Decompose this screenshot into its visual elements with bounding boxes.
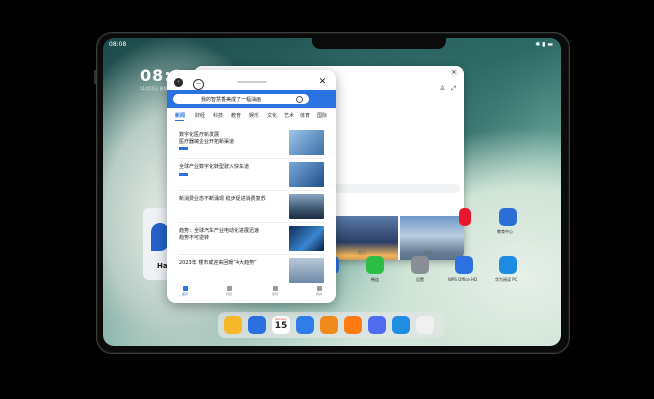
news-item[interactable]: 趋势：全球汽车产业电动化进展迅速 趋势不可逆转	[167, 223, 336, 257]
nav-video[interactable]: 视频	[219, 285, 239, 296]
tab-entertainment[interactable]: 娱乐	[249, 112, 259, 119]
news-tag	[179, 147, 188, 150]
nav-home-label: 首页	[181, 292, 188, 296]
discover-icon	[272, 286, 278, 291]
news-item[interactable]: 新消费业态不断涌现 稳步促进消费复苏	[167, 191, 336, 225]
nav-discover-label: 发现	[271, 292, 278, 296]
app-label-changlian: 畅连	[371, 277, 379, 282]
app-label-wps: WPS Office HD	[448, 277, 478, 282]
news-thumbnail	[289, 130, 324, 155]
news-title: 2023年 楼市或迎来回暖“4大趋势”	[179, 260, 257, 266]
dock: Monday 15	[218, 312, 444, 338]
menu-icon[interactable]: —	[193, 79, 204, 90]
tab-finance[interactable]: 财经	[195, 112, 205, 119]
app-label-settings: 设置	[416, 277, 424, 282]
power-button	[94, 70, 96, 84]
app-icon-wps[interactable]	[455, 256, 473, 274]
profile-icon	[316, 286, 322, 291]
active-tab-underline	[175, 120, 184, 121]
expand-icon[interactable]: ⤢	[451, 85, 456, 93]
tab-education[interactable]: 教育	[231, 112, 241, 119]
news-title: 趋势：全球汽车产业电动化进展迅速 趋势不可逆转	[179, 228, 260, 241]
tab-news[interactable]: 新闻	[175, 112, 185, 119]
app-label-reader: 华为阅读 PC	[495, 277, 518, 282]
notes-icon[interactable]	[224, 316, 242, 334]
mail-icon[interactable]	[296, 316, 314, 334]
nav-profile-label: 我的	[315, 292, 322, 296]
category-tabs: 新闻 财经 科技 教育 娱乐 文化 艺术 体育 国际	[173, 112, 333, 121]
gallery-icon[interactable]	[416, 316, 434, 334]
background-bottom-nav: 首页 我的	[336, 244, 464, 260]
nav-video-label: 视频	[225, 292, 232, 296]
home-icon	[182, 286, 188, 291]
close-icon[interactable]: ✕	[450, 69, 458, 77]
back-icon[interactable]: ‹	[174, 78, 183, 87]
news-thumbnail	[289, 162, 324, 187]
video-icon[interactable]	[344, 316, 362, 334]
tablet-screen: 08:08 ✱ ▮ ▬ 08:0 11月11日 星期二 Har ✕ ♙ ⤢ 首页…	[103, 38, 561, 346]
app-icon-settings[interactable]	[411, 256, 429, 274]
calendar-date: 15	[274, 321, 288, 331]
news-thumbnail	[289, 226, 324, 251]
video-icon	[226, 286, 232, 291]
calendar-day-label: Monday	[275, 317, 287, 321]
app-icon-red[interactable]	[459, 208, 471, 226]
tab-sports[interactable]: 体育	[300, 112, 310, 119]
share-icon[interactable]: ♙	[440, 85, 445, 92]
search-text: 我的智慧香美成了一幅油画	[201, 97, 262, 103]
news-app-window[interactable]: ‹ — ✕ 我的智慧香美成了一幅油画 新闻 财经 科技 教育 娱乐 文化 艺术 …	[167, 70, 336, 303]
news-thumbnail	[289, 258, 324, 283]
status-time: 08:08	[109, 41, 127, 48]
bg-nav-mine[interactable]: 我的	[424, 250, 432, 256]
app-icon-reader[interactable]	[499, 256, 517, 274]
status-icons: ✱ ▮ ▬	[535, 41, 553, 48]
news-title: 数字化医疗新发展 医疗器械企业开拓新渠道	[179, 132, 235, 145]
docs-icon[interactable]	[248, 316, 266, 334]
news-item[interactable]: 全球产业数字化转型驶入快车道	[167, 159, 336, 193]
news-item[interactable]: 2023年 楼市或迎来回暖“4大趋势”	[167, 255, 336, 289]
news-title: 全球产业数字化转型驶入快车道	[179, 164, 250, 170]
tab-international[interactable]: 国际	[317, 112, 327, 119]
calendar-icon[interactable]: Monday 15	[272, 316, 290, 334]
background-search-bar[interactable]	[334, 184, 460, 193]
tab-art[interactable]: 艺术	[284, 112, 294, 119]
tab-culture[interactable]: 文化	[267, 112, 277, 119]
messages-icon[interactable]	[392, 316, 410, 334]
nav-discover[interactable]: 发现	[265, 285, 285, 296]
bg-nav-home[interactable]: 首页	[358, 250, 366, 256]
app-icon-education[interactable]	[499, 208, 517, 226]
news-item[interactable]: 数字化医疗新发展 医疗器械企业开拓新渠道	[167, 127, 336, 161]
news-thumbnail	[289, 194, 324, 219]
status-bar: 08:08 ✱ ▮ ▬	[103, 40, 561, 50]
nav-home[interactable]: 首页	[175, 285, 195, 296]
drag-handle[interactable]	[237, 81, 267, 83]
tab-tech[interactable]: 科技	[213, 112, 223, 119]
news-tag	[179, 173, 188, 176]
music-icon[interactable]	[368, 316, 386, 334]
nav-profile[interactable]: 我的	[309, 285, 329, 296]
window-title-bar: ‹ — ✕	[167, 70, 336, 92]
reader-icon[interactable]	[320, 316, 338, 334]
bottom-nav: 首页 视频 发现 我的	[167, 285, 336, 303]
search-icon[interactable]	[296, 96, 303, 103]
app-icon-changlian[interactable]	[366, 256, 384, 274]
news-title: 新消费业态不断涌现 稳步促进消费复苏	[179, 196, 266, 202]
app-label-education: 教育中心	[497, 229, 513, 234]
close-window-icon[interactable]: ✕	[318, 78, 327, 87]
